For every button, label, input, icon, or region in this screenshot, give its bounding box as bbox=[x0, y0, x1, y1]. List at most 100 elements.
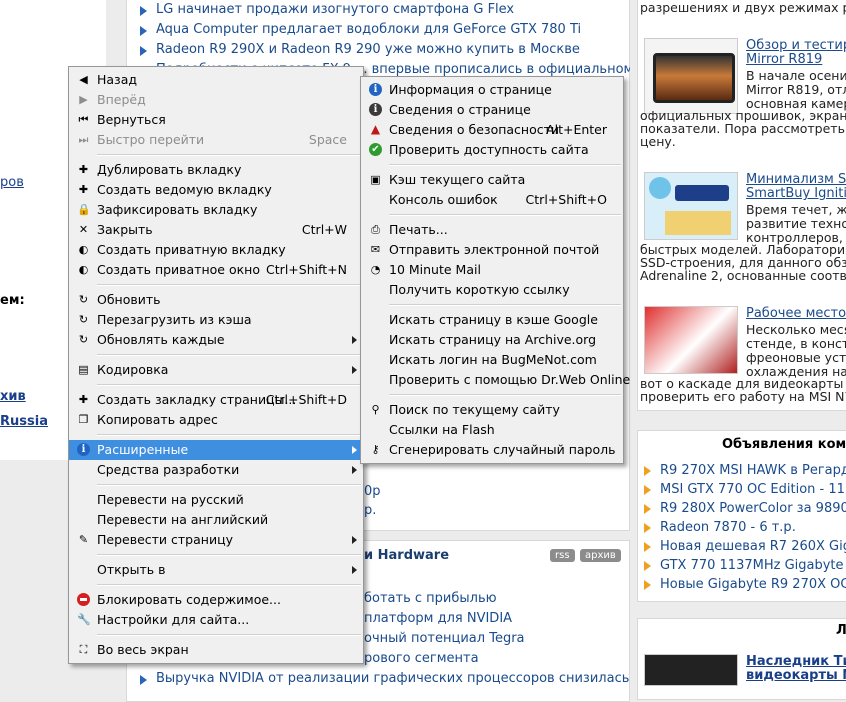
left-link-2[interactable]: хив bbox=[0, 389, 26, 404]
menu-item-label: Ссылки на Flash bbox=[389, 422, 495, 437]
menu-item-private-9[interactable]: ◐ Создать приватную вкладку bbox=[69, 240, 363, 260]
left-link-3[interactable]: Russia bbox=[0, 414, 48, 429]
menu-item-print-8[interactable]: ⎙ Печать... bbox=[361, 220, 623, 240]
menu-item-item-14[interactable]: Искать страницу на Archive.org bbox=[361, 330, 623, 350]
menu-item-item-24[interactable]: Перевести на русский bbox=[69, 490, 363, 510]
menu-item-item-11[interactable]: Получить короткую ссылку bbox=[361, 280, 623, 300]
phone-thumbnail[interactable] bbox=[644, 38, 738, 114]
menu-item-shortcut: Alt+Enter bbox=[546, 122, 607, 137]
menu-item-item-6[interactable]: Консоль ошибок Ctrl+Shift+O bbox=[361, 190, 623, 210]
menu-item-cache-5[interactable]: ▣ Кэш текущего сайта bbox=[361, 170, 623, 190]
article-title[interactable]: Наследник Тит bbox=[746, 654, 846, 669]
ads-title: Объявления компа bbox=[722, 437, 846, 452]
ad-item[interactable]: R9 270X MSI HAWK в Регарде bbox=[644, 463, 846, 478]
menu-item-arrow-left-0[interactable]: ◀ Назад bbox=[69, 70, 363, 90]
menu-item-label: Создать приватную вкладку bbox=[97, 242, 286, 257]
fast-forward-icon: ⏭ bbox=[78, 133, 89, 146]
news-fragment[interactable]: рового сегмента bbox=[364, 651, 479, 666]
menu-separator bbox=[97, 154, 361, 156]
menu-item-arrow-right-1[interactable]: ▶ Вперёд bbox=[69, 90, 363, 110]
news-fragment[interactable]: очный потенциал Tegra bbox=[364, 631, 525, 646]
menu-item-label: Поиск по текущему сайту bbox=[389, 402, 560, 417]
menu-item-plus-5[interactable]: ✚ Дублировать вкладку bbox=[69, 160, 363, 180]
menu-item-fullscreen-33[interactable]: ⛶ Во весь экран bbox=[69, 640, 363, 660]
ad-item[interactable]: GTX 770 1137MHz Gigabyte во bbox=[643, 558, 846, 573]
menu-item-refresh-12[interactable]: ↻ Обновить bbox=[69, 290, 363, 310]
menu-item-item-25[interactable]: Перевести на английский bbox=[69, 510, 363, 530]
menu-item-plus-6[interactable]: ✚ Создать ведомую вкладку bbox=[69, 180, 363, 200]
news-fragment[interactable]: платформ для NVIDIA bbox=[364, 611, 512, 626]
ad-item[interactable]: R9 280X PowerColor за 9890р bbox=[643, 501, 846, 516]
menu-item-check-3[interactable]: ✔ Проверить доступность сайта bbox=[361, 140, 623, 160]
menu-item-item-19[interactable]: Ссылки на Flash bbox=[361, 420, 623, 440]
menu-item-info-21[interactable]: i Расширенные bbox=[69, 440, 363, 460]
left-link-1[interactable]: ров bbox=[0, 175, 24, 190]
menu-item-label: Печать... bbox=[389, 222, 448, 237]
menu-item-item-22[interactable]: Средства разработки bbox=[69, 460, 363, 480]
menu-item-mail-clock-10[interactable]: ◔ 10 Minute Mail bbox=[361, 260, 623, 280]
article-title[interactable]: SmartBuy Igniti bbox=[746, 186, 846, 201]
menu-item-fast-forward-3[interactable]: ⏭ Быстро перейти Space bbox=[69, 130, 363, 150]
article-title[interactable]: Минимализм Sa bbox=[746, 172, 846, 187]
article-text: Adrenaline 2, основанные соответс bbox=[640, 268, 846, 283]
menu-item-copy-19[interactable]: ❐ Копировать адрес bbox=[69, 410, 363, 430]
menu-item-search-18[interactable]: ⚲ Поиск по текущему сайту bbox=[361, 400, 623, 420]
advanced-submenu: i Информация о странице i Сведения о страни… bbox=[360, 76, 630, 464]
menu-item-pen-26[interactable]: ✎ Перевести страницу bbox=[69, 530, 363, 550]
article-title[interactable]: Mirror R819 bbox=[746, 52, 822, 67]
news-item[interactable]: Radeon R9 290X и Radeon R9 290 уже можно… bbox=[140, 42, 580, 57]
menu-item-label: Получить короткую ссылку bbox=[389, 282, 570, 297]
menu-item-label: Искать логин на BugMeNot.com bbox=[389, 352, 597, 367]
menu-item-lock-7[interactable]: 🔒 Зафиксировать вкладку bbox=[69, 200, 363, 220]
menu-item-encoding-16[interactable]: ▤ Кодировка bbox=[69, 360, 363, 380]
menu-item-back-skip-2[interactable]: ⏮ Вернуться bbox=[69, 110, 363, 130]
menu-item-label: Открыть в bbox=[97, 562, 166, 577]
menu-item-label: Искать страницу на Archive.org bbox=[389, 332, 597, 347]
rss-tag[interactable]: rss bbox=[550, 549, 575, 562]
news-item[interactable]: LG начинает продажи изогнутого смартфона… bbox=[139, 2, 514, 17]
gpu-thumbnail[interactable] bbox=[644, 654, 738, 686]
workstation-thumbnail[interactable] bbox=[644, 306, 738, 374]
menu-item-private-window-10[interactable]: ◐ Создать приватное окно Ctrl+Shift+N bbox=[69, 260, 363, 280]
menu-item-close-8[interactable]: ✕ Закрыть Ctrl+W bbox=[69, 220, 363, 240]
article-title[interactable]: Обзор и тестир bbox=[746, 38, 846, 53]
menu-item-key-20[interactable]: ⚷ Сгенерировать случайный пароль bbox=[361, 440, 623, 460]
news-fragment[interactable]: р. bbox=[364, 503, 376, 518]
menu-item-info-dark-1[interactable]: i Сведения о странице bbox=[361, 100, 623, 120]
menu-item-label: Сведения о безопасности bbox=[389, 122, 560, 137]
menu-item-info-0[interactable]: i Информация о странице bbox=[361, 80, 623, 100]
refresh-icon: ↻ bbox=[78, 293, 89, 306]
menu-item-item-15[interactable]: Искать логин на BugMeNot.com bbox=[361, 350, 623, 370]
menu-item-label: Кодировка bbox=[97, 362, 169, 377]
ad-item[interactable]: Новые Gigabyte R9 270X OC в bbox=[643, 577, 846, 592]
article-title[interactable]: Рабочее место bbox=[746, 306, 846, 321]
mail-clock-icon: ◔ bbox=[370, 263, 381, 276]
menu-item-label: Кэш текущего сайта bbox=[389, 172, 526, 187]
menu-item-item-28[interactable]: Открыть в bbox=[69, 560, 363, 580]
left-label: ем: bbox=[0, 293, 25, 308]
menu-item-mail-9[interactable]: ✉ Отправить электронной почтой bbox=[361, 240, 623, 260]
private-icon: ◐ bbox=[78, 243, 89, 256]
ad-item[interactable]: Radeon 7870 - 6 т.р. bbox=[644, 520, 796, 535]
news-fragment[interactable]: 0р bbox=[364, 484, 381, 499]
check-icon: ✔ bbox=[369, 143, 382, 156]
news-fragment[interactable]: ботать с прибылью bbox=[364, 591, 497, 606]
menu-separator bbox=[389, 214, 621, 216]
reload-cache-icon: ↻ bbox=[78, 313, 89, 326]
menu-item-block-30[interactable]: Блокировать содержимое... bbox=[69, 590, 363, 610]
news-item[interactable]: Aqua Computer предлагает водоблоки для G… bbox=[139, 22, 581, 37]
article-text: развитие техноло bbox=[746, 216, 846, 231]
menu-item-auto-refresh-14[interactable]: ↻ Обновлять каждые bbox=[69, 330, 363, 350]
ad-item[interactable]: MSI GTX 770 OC Edition - 11 т bbox=[644, 482, 846, 497]
archive-tag[interactable]: архив bbox=[580, 549, 621, 562]
menu-item-item-13[interactable]: Искать страницу в кэше Google bbox=[361, 310, 623, 330]
ad-item[interactable]: Новая дешевая R7 260X Giga bbox=[644, 539, 846, 554]
article-title[interactable]: видеокарты N bbox=[746, 668, 846, 683]
menu-item-reload-cache-13[interactable]: ↻ Перезагрузить из кэша bbox=[69, 310, 363, 330]
menu-item-item-16[interactable]: Проверить с помощью Dr.Web Online bbox=[361, 370, 630, 390]
menu-item-wrench-31[interactable]: 🔧 Настройки для сайта... bbox=[69, 610, 363, 630]
menu-item-label: Быстро перейти bbox=[97, 132, 205, 147]
menu-item-bookmark-add-18[interactable]: ✚ Создать закладку страницы... Ctrl+Shift+… bbox=[69, 390, 363, 410]
menu-item-warning-2[interactable]: ▲ Сведения о безопасности Alt+Enter bbox=[361, 120, 623, 140]
smartbuy-thumbnail[interactable] bbox=[644, 172, 738, 240]
